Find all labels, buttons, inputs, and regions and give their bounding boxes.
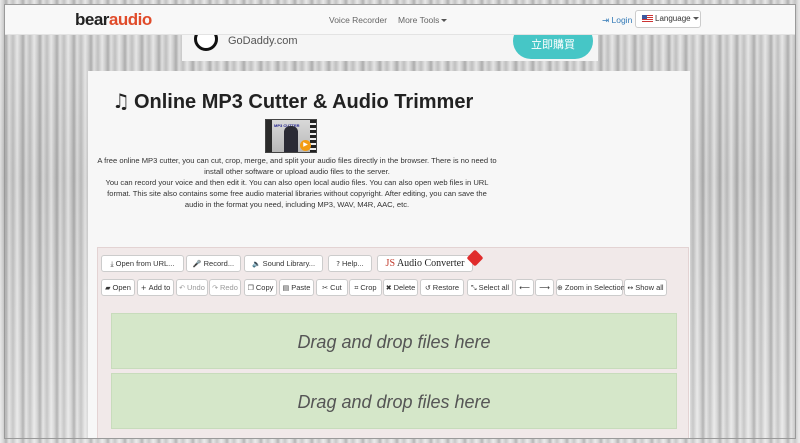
nav-more-tools-label: More Tools bbox=[398, 15, 440, 25]
audio-editor: ⤓ Open from URL... 🎤 Record... 🔈 Sound Libr… bbox=[97, 247, 689, 438]
ad-banner[interactable]: GoDaddy.com 立即購買 bbox=[182, 35, 598, 61]
speaker-icon: 🔈 bbox=[251, 260, 261, 268]
paste-button[interactable]: ▤ Paste bbox=[279, 279, 314, 296]
language-dropdown[interactable]: Language bbox=[635, 10, 701, 28]
restore-label: Restore bbox=[432, 283, 460, 292]
help-button[interactable]: ? Help... bbox=[328, 255, 372, 272]
converter-label: Audio Converter bbox=[396, 258, 465, 269]
flag-icon bbox=[642, 15, 653, 22]
sound-library-label: Sound Library... bbox=[262, 259, 316, 268]
delete-label: Delete bbox=[393, 283, 416, 292]
delete-button[interactable]: ✖ Delete bbox=[383, 279, 418, 296]
open-from-url-button[interactable]: ⤓ Open from URL... bbox=[101, 255, 184, 272]
paste-label: Paste bbox=[291, 283, 311, 292]
shrink-right-button[interactable]: ⟶ bbox=[535, 279, 554, 296]
redo-label: Redo bbox=[219, 283, 238, 292]
logo-part-audio: audio bbox=[108, 10, 152, 29]
js-audio-converter-link[interactable]: JS Audio Converter bbox=[377, 255, 473, 272]
copy-label: Copy bbox=[255, 283, 274, 292]
ad-brand-text: GoDaddy.com bbox=[228, 35, 298, 47]
copy-icon: ❐ bbox=[247, 284, 254, 292]
restore-button[interactable]: ↺ Restore bbox=[420, 279, 464, 296]
main-panel: ♫Online MP3 Cutter & Audio Trimmer MP3 C… bbox=[88, 71, 690, 438]
ad-cta-button[interactable]: 立即購買 bbox=[513, 35, 593, 59]
shrink-left-button[interactable]: ⟵ bbox=[515, 279, 534, 296]
zoom-in-icon: ⊕ bbox=[557, 284, 563, 292]
logo-part-bear: bear bbox=[75, 10, 109, 29]
crop-label: Crop bbox=[360, 283, 377, 292]
open-label: Open bbox=[112, 283, 131, 292]
expand-icon: ⤡ bbox=[470, 284, 477, 292]
nav-voice-recorder[interactable]: Voice Recorder bbox=[329, 15, 387, 25]
nav-more-tools[interactable]: More Tools bbox=[398, 15, 448, 25]
show-all-button[interactable]: ↔ Show all bbox=[624, 279, 667, 296]
page-title-text: Online MP3 Cutter & Audio Trimmer bbox=[133, 91, 474, 113]
select-all-label: Select all bbox=[478, 283, 510, 292]
play-icon: ▶ bbox=[300, 140, 311, 151]
arrow-right-icon: ⟶ bbox=[539, 283, 550, 292]
description-paragraph-1: A free online MP3 cutter, you can cut, c… bbox=[97, 156, 497, 176]
open-button[interactable]: ▰ Open bbox=[101, 279, 135, 296]
show-all-label: Show all bbox=[635, 283, 664, 292]
converter-js-label: JS bbox=[385, 258, 395, 269]
login-link[interactable]: ⇥ Login bbox=[602, 15, 632, 26]
sign-in-icon: ⇥ bbox=[602, 15, 610, 25]
chevron-down-icon bbox=[692, 17, 699, 20]
redo-button[interactable]: ↷ Redo bbox=[209, 279, 241, 296]
folder-open-icon: ▰ bbox=[105, 284, 111, 292]
undo-label: Undo bbox=[186, 283, 205, 292]
paste-icon: ▤ bbox=[282, 284, 290, 292]
undo-button[interactable]: ↶ Undo bbox=[176, 279, 208, 296]
dropzone-secondary[interactable]: Drag and drop files here bbox=[111, 373, 677, 429]
cut-label: Cut bbox=[330, 283, 342, 292]
add-to-label: Add to bbox=[148, 283, 171, 292]
godaddy-logo-icon bbox=[194, 35, 218, 51]
music-note-icon: ♫ bbox=[112, 89, 130, 113]
site-logo[interactable]: bearaudio bbox=[75, 10, 152, 30]
dropzone-primary[interactable]: Drag and drop files here bbox=[111, 313, 677, 369]
record-label: Record... bbox=[203, 259, 235, 268]
sound-library-button[interactable]: 🔈 Sound Library... bbox=[244, 255, 323, 272]
microphone-icon: 🎤 bbox=[192, 260, 202, 268]
zoom-selection-label: Zoom in Selection bbox=[564, 283, 625, 292]
crop-button[interactable]: ⌗ Crop bbox=[349, 279, 382, 296]
crop-icon: ⌗ bbox=[354, 284, 359, 292]
cut-button[interactable]: ✂ Cut bbox=[316, 279, 348, 296]
video-thumbnail[interactable]: MP3 CUTTER ▶ bbox=[265, 119, 317, 153]
top-navbar: bearaudio Voice Recorder More Tools ⇥ Lo… bbox=[5, 5, 795, 35]
select-all-button[interactable]: ⤡ Select all bbox=[467, 279, 513, 296]
chevron-down-icon bbox=[441, 19, 448, 22]
plus-icon: + bbox=[140, 284, 147, 292]
arrow-left-icon: ⟵ bbox=[519, 283, 530, 292]
horizontal-expand-icon: ↔ bbox=[627, 284, 634, 292]
open-from-url-label: Open from URL... bbox=[115, 259, 175, 268]
thumbnail-person bbox=[284, 126, 298, 152]
record-button[interactable]: 🎤 Record... bbox=[186, 255, 241, 272]
help-icon: ? bbox=[336, 260, 341, 268]
description-paragraph-2: You can record your voice and then edit … bbox=[105, 178, 489, 209]
copy-button[interactable]: ❐ Copy bbox=[244, 279, 277, 296]
help-label: Help... bbox=[342, 259, 364, 268]
download-icon: ⤓ bbox=[110, 260, 114, 268]
undo-icon: ↶ bbox=[179, 284, 185, 292]
restore-icon: ↺ bbox=[424, 284, 431, 292]
zoom-selection-button[interactable]: ⊕ Zoom in Selection bbox=[556, 279, 625, 296]
add-to-button[interactable]: + Add to bbox=[137, 279, 174, 296]
close-icon: ✖ bbox=[385, 284, 392, 292]
language-label: Language bbox=[655, 14, 691, 23]
login-label: Login bbox=[611, 15, 633, 25]
scissors-icon: ✂ bbox=[322, 284, 329, 292]
page-title: ♫ Online MP3 Cutter & Audio Trimmer bbox=[112, 89, 473, 114]
browser-frame: bearaudio Voice Recorder More Tools ⇥ Lo… bbox=[4, 4, 796, 439]
description: A free online MP3 cutter, you can cut, c… bbox=[97, 155, 497, 210]
redo-icon: ↷ bbox=[212, 284, 218, 292]
